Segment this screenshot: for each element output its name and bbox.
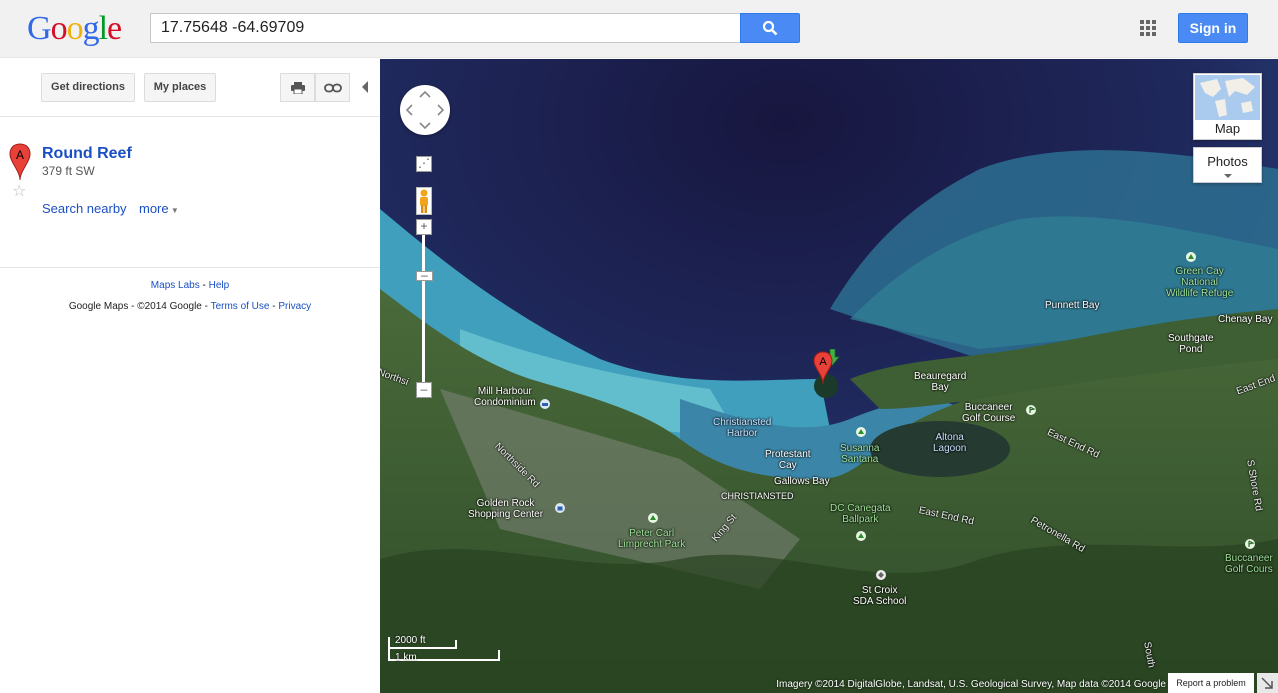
scale-km-label: 1 km bbox=[395, 652, 417, 663]
footer-copyright: Google Maps - ©2014 Google - Terms of Us… bbox=[0, 301, 380, 312]
golf-icon bbox=[1245, 539, 1255, 549]
map-canvas[interactable]: Green Cay National Wildlife Refuge Punne… bbox=[380, 59, 1278, 693]
privacy-link[interactable]: Privacy bbox=[278, 301, 311, 312]
maps-labs-link[interactable]: Maps Labs bbox=[151, 280, 200, 291]
photos-button[interactable]: Photos bbox=[1193, 147, 1262, 183]
park-icon bbox=[1186, 252, 1196, 262]
print-button[interactable] bbox=[280, 73, 315, 102]
map-label-protestant-cay[interactable]: Protestant Cay bbox=[765, 449, 811, 471]
map-label-mill-harbour[interactable]: Mill Harbour Condominium bbox=[474, 386, 536, 408]
location-marker[interactable]: A bbox=[813, 349, 843, 385]
map-label-gallows-bay[interactable]: Gallows Bay bbox=[774, 476, 830, 487]
shopping-icon bbox=[555, 503, 565, 513]
fullscreen-icon[interactable]: ⋰ bbox=[416, 156, 432, 172]
map-label-punnett-bay[interactable]: Punnett Bay bbox=[1045, 300, 1099, 311]
map-label-chenay-bay[interactable]: Chenay Bay bbox=[1218, 314, 1272, 325]
print-icon bbox=[290, 81, 305, 94]
zoom-slider-track[interactable] bbox=[422, 235, 425, 383]
park-icon bbox=[856, 531, 866, 541]
logo-letter: G bbox=[27, 10, 52, 47]
map-type-map-button[interactable]: Map bbox=[1193, 73, 1262, 140]
resize-corner-icon[interactable] bbox=[1257, 673, 1278, 693]
map-label-peter-carl[interactable]: Peter Carl Limprecht Park bbox=[618, 528, 685, 550]
map-label-st-croix-sda[interactable]: St Croix SDA School bbox=[853, 585, 906, 607]
attribution-text: Imagery ©2014 DigitalGlobe, Landsat, U.S… bbox=[776, 679, 1166, 690]
park-icon bbox=[856, 427, 866, 437]
pan-control[interactable] bbox=[400, 85, 450, 135]
collapse-panel-icon[interactable] bbox=[362, 81, 368, 93]
search-button[interactable] bbox=[740, 13, 800, 43]
link-button[interactable] bbox=[315, 73, 350, 102]
zoom-slider-handle[interactable]: – bbox=[416, 269, 433, 281]
left-panel: Get directions My places A ☆ Round Reef … bbox=[0, 59, 380, 693]
logo-letter: e bbox=[107, 10, 122, 47]
my-places-button[interactable]: My places bbox=[144, 73, 216, 102]
photos-label: Photos bbox=[1207, 154, 1248, 169]
star-icon[interactable]: ☆ bbox=[12, 181, 26, 201]
park-icon bbox=[648, 513, 658, 523]
map-marker-label: A bbox=[819, 356, 827, 368]
school-icon bbox=[876, 570, 886, 580]
more-label: more bbox=[139, 201, 169, 216]
google-logo[interactable]: Google bbox=[27, 10, 122, 48]
chevron-down-icon bbox=[1223, 174, 1232, 178]
map-label-dc-canegata[interactable]: DC Canegata Ballpark bbox=[830, 503, 891, 525]
apps-grid-icon[interactable] bbox=[1140, 20, 1156, 36]
divider bbox=[0, 267, 380, 268]
divider bbox=[0, 116, 380, 117]
map-thumbnail bbox=[1195, 75, 1260, 120]
help-link[interactable]: Help bbox=[209, 280, 230, 291]
search-icon bbox=[762, 20, 778, 36]
map-label-golden-rock[interactable]: Golden Rock Shopping Center bbox=[468, 498, 543, 520]
hotel-icon bbox=[540, 399, 550, 409]
map-type-label: Map bbox=[1214, 121, 1241, 136]
link-icon bbox=[323, 83, 342, 92]
map-label-southgate-pond[interactable]: Southgate Pond bbox=[1168, 333, 1214, 355]
search-input[interactable]: 17.75648 -64.69709 bbox=[150, 13, 740, 43]
footer-links: Maps Labs - Help bbox=[0, 280, 380, 291]
report-problem-link[interactable]: Report a problem bbox=[1168, 673, 1254, 693]
copyright-text: Google Maps - ©2014 Google - bbox=[68, 301, 211, 312]
terms-link[interactable]: Terms of Use bbox=[211, 301, 270, 312]
logo-letter: o bbox=[66, 10, 84, 47]
logo-letter: g bbox=[82, 10, 100, 47]
search-nearby-link[interactable]: Search nearby bbox=[42, 201, 127, 216]
more-link[interactable]: more ▼ bbox=[139, 201, 179, 216]
top-bar: Google 17.75648 -64.69709 Sign in bbox=[0, 0, 1278, 58]
logo-letter: l bbox=[98, 10, 109, 47]
footer-separator: - bbox=[199, 280, 209, 291]
golf-icon bbox=[1026, 405, 1036, 415]
pegman-icon[interactable] bbox=[416, 187, 432, 215]
map-label-altona-lagoon[interactable]: Altona Lagoon bbox=[933, 432, 966, 454]
scale-feet-label: 2000 ft bbox=[395, 635, 426, 646]
map-label-christiansted-harbor[interactable]: Christiansted Harbor bbox=[713, 417, 771, 439]
map-label-buccaneer-golf[interactable]: Buccaneer Golf Course bbox=[962, 402, 1015, 424]
zoom-out-button[interactable]: – bbox=[416, 382, 432, 398]
pan-arrows-icon bbox=[405, 90, 445, 130]
map-label-christiansted[interactable]: CHRISTIANSTED bbox=[721, 491, 794, 502]
map-label-susanna-santana[interactable]: Susanna Santana bbox=[840, 443, 879, 465]
map-label-beauregard-bay[interactable]: Beauregard Bay bbox=[914, 371, 966, 393]
red-marker-icon[interactable]: A bbox=[9, 143, 31, 181]
result-marker-label: A bbox=[16, 148, 24, 162]
scale-bar: 2000 ft 1 km bbox=[388, 635, 500, 665]
logo-letter: o bbox=[50, 10, 68, 47]
map-label-buccaneer-golf-2[interactable]: Buccaneer Golf Cours bbox=[1225, 553, 1273, 575]
sign-in-button[interactable]: Sign in bbox=[1178, 13, 1248, 43]
zoom-in-button[interactable]: + bbox=[416, 219, 432, 235]
get-directions-button[interactable]: Get directions bbox=[41, 73, 135, 102]
result-title[interactable]: Round Reef bbox=[42, 145, 132, 163]
chevron-down-icon: ▼ bbox=[168, 206, 179, 215]
map-label-green-cay[interactable]: Green Cay National Wildlife Refuge bbox=[1166, 266, 1233, 299]
result-distance: 379 ft SW bbox=[42, 164, 95, 178]
